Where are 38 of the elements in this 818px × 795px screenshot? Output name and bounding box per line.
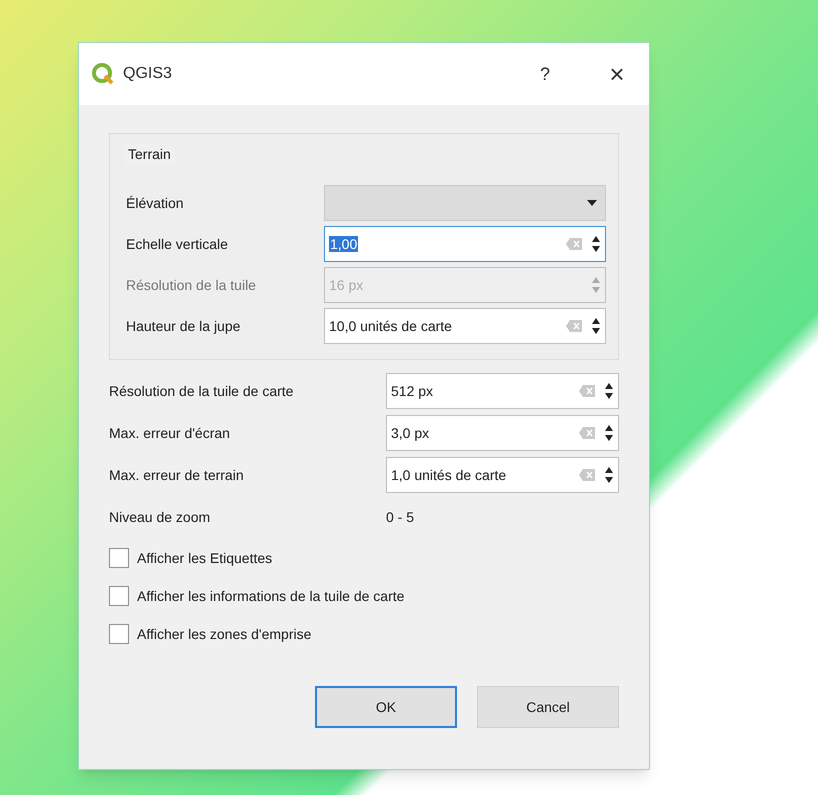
dropdown-caret-icon[interactable] xyxy=(587,200,597,206)
checkbox[interactable] xyxy=(109,586,129,606)
zoom-level-value: 0 - 5 xyxy=(386,508,416,526)
field-value: 10,0 unités de carte xyxy=(329,318,452,334)
spin-box-field[interactable]: 1,00 xyxy=(324,226,606,262)
close-button[interactable]: × xyxy=(597,54,637,94)
help-button[interactable]: ? xyxy=(525,60,565,88)
spin-arrows-icon[interactable] xyxy=(591,234,601,254)
field-label: Niveau de zoom xyxy=(109,508,212,526)
spin-box-field[interactable]: 3,0 px xyxy=(386,415,619,451)
checkbox-label: Afficher les zones d'emprise xyxy=(137,624,312,644)
field-label: Max. erreur d'écran xyxy=(109,424,231,442)
checkbox-label: Afficher les informations de la tuile de carte xyxy=(137,586,404,606)
window-title: QGIS3 xyxy=(123,64,173,84)
field-value: 1,00 xyxy=(329,236,358,252)
spin-box-field[interactable]: 1,0 unités de carte xyxy=(386,457,619,493)
spin-box-field[interactable]: 10,0 unités de carte xyxy=(324,308,606,344)
spin-box-field[interactable]: 512 px xyxy=(386,373,619,409)
dialog-button[interactable]: OK xyxy=(315,686,457,728)
logo-icon xyxy=(91,62,115,86)
field-label: Max. erreur de terrain xyxy=(109,466,245,484)
spin-arrows-icon[interactable] xyxy=(604,423,614,443)
field-value: 16 px xyxy=(329,276,364,292)
field-value: 3,0 px xyxy=(391,424,430,440)
spin-arrows-icon[interactable] xyxy=(604,381,614,401)
field-label: Résolution de la tuile xyxy=(126,276,257,294)
field-label: Résolution de la tuile de carte xyxy=(109,382,294,400)
field-label: Élévation xyxy=(126,194,185,212)
field-value: 1,0 unités de carte xyxy=(391,466,506,482)
spin-arrows-icon[interactable] xyxy=(604,465,614,485)
checkbox-label: Afficher les Etiquettes xyxy=(137,548,272,568)
checkbox[interactable] xyxy=(109,624,129,644)
field-label: Echelle verticale xyxy=(126,234,229,254)
checkbox[interactable] xyxy=(109,548,129,568)
field-value: 512 px xyxy=(391,382,434,398)
spin-arrows-icon[interactable] xyxy=(591,316,601,336)
field-label: Hauteur de la jupe xyxy=(126,316,242,336)
dialog-button[interactable]: Cancel xyxy=(477,686,619,728)
